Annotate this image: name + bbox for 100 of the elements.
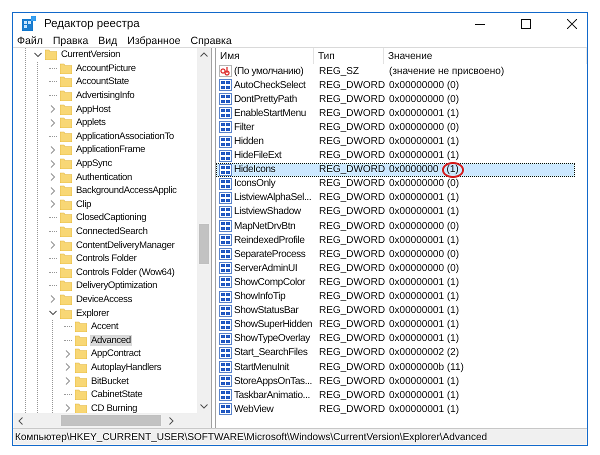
value-name[interactable]: ListviewShadow: [234, 206, 301, 218]
expand-chevron-icon[interactable]: [49, 186, 57, 195]
tree-item[interactable]: CD Burning: [90, 402, 138, 413]
tree-item[interactable]: CurrentVersion: [60, 49, 122, 60]
value-name[interactable]: ShowStatusBar: [234, 305, 298, 316]
selected-row[interactable]: HideIcons REG_DWORD 0x0000000 (1): [216, 162, 575, 177]
scrollbar-thumb[interactable]: [199, 224, 209, 264]
value-data: 0x00000001 (1): [389, 206, 460, 218]
menu-item[interactable]: Вид: [98, 34, 118, 46]
value-name[interactable]: StoreAppsOnTas...: [234, 376, 312, 387]
vertical-scrollbar[interactable]: [197, 48, 211, 413]
value-name[interactable]: DontPrettyPath: [234, 94, 297, 105]
tree-item[interactable]: AdvertisingInfo: [75, 90, 136, 102]
expand-chevron-icon[interactable]: [49, 118, 57, 127]
folder-icon: [60, 308, 72, 319]
binary-value-icon: [219, 276, 232, 288]
maximize-icon[interactable]: [521, 18, 531, 28]
value-name[interactable]: (По умолчанию): [234, 66, 304, 77]
value-name[interactable]: Start_SearchFiles: [234, 347, 308, 358]
value-name[interactable]: ShowInfoTip: [234, 291, 286, 302]
menu-item[interactable]: Избранное: [127, 34, 181, 46]
menu-item[interactable]: Правка: [52, 34, 88, 46]
tree-item[interactable]: ContentDeliveryManager: [75, 240, 176, 251]
value-data: 0x00000000 (0): [389, 262, 460, 274]
value-data: 0x00000001 (1): [389, 319, 460, 330]
tree-item[interactable]: Advanced: [90, 334, 132, 346]
value-name[interactable]: MapNetDrvBtn: [234, 220, 296, 232]
value-name[interactable]: ShowSuperHidden: [234, 319, 312, 330]
value-name[interactable]: WebView: [234, 404, 274, 415]
tree-item[interactable]: ApplicationFrame: [75, 144, 146, 156]
tree-item[interactable]: Applets: [75, 117, 107, 128]
value-name[interactable]: ShowCompColor: [234, 276, 306, 288]
tree-item[interactable]: BitBucket: [90, 376, 130, 387]
value-name[interactable]: IconsOnly: [234, 178, 276, 190]
expand-chevron-icon[interactable]: [49, 173, 57, 182]
value-name[interactable]: Filter: [234, 122, 254, 133]
tree-item[interactable]: BackgroundAccessApplic: [75, 185, 178, 196]
value-data: 0x00000000 (0): [389, 80, 460, 91]
tree-item[interactable]: Controls Folder: [75, 253, 138, 264]
tree-item[interactable]: AutoplayHandlers: [90, 362, 162, 373]
value-data: 0x00000001 (1): [389, 305, 460, 316]
value-name[interactable]: SeparateProcess: [234, 248, 306, 260]
expand-chevron-icon[interactable]: [49, 160, 57, 168]
expand-chevron-icon[interactable]: [49, 105, 57, 114]
tree-item[interactable]: CabinetState: [90, 389, 144, 400]
collapse-chevron-icon[interactable]: [49, 310, 57, 316]
expand-chevron-icon[interactable]: [64, 404, 72, 412]
value-data: 0x00000000 (0): [389, 94, 460, 105]
value-type: REG_DWORD: [318, 347, 385, 358]
value-name[interactable]: StartMenuInit: [234, 362, 289, 373]
value-name[interactable]: HideIcons: [234, 164, 276, 176]
tree-item[interactable]: ClosedCaptioning: [75, 212, 148, 224]
expand-chevron-icon[interactable]: [49, 241, 57, 250]
binary-value-icon: [219, 290, 232, 303]
collapse-chevron-icon[interactable]: [34, 52, 42, 58]
tree-item[interactable]: DeviceAccess: [75, 294, 134, 305]
value-name[interactable]: HideFileExt: [234, 150, 282, 162]
tree-item[interactable]: Controls Folder (Wow64): [75, 266, 176, 278]
menu-item[interactable]: Файл: [17, 34, 43, 46]
value-type: REG_DWORD: [318, 276, 385, 288]
tree-item[interactable]: AccountPicture: [75, 62, 137, 74]
value-name[interactable]: EnableStartMenu: [234, 108, 306, 119]
value-name[interactable]: ServerAdminUI: [234, 262, 298, 274]
tree-item[interactable]: AppContract: [90, 348, 142, 360]
expand-chevron-icon[interactable]: [64, 363, 72, 372]
scrollbar-thumb[interactable]: [61, 415, 161, 426]
folder-icon: [75, 376, 87, 387]
tree-item[interactable]: Authentication: [75, 172, 134, 183]
value-data: 0x00000001 (1): [389, 333, 460, 344]
tree-item[interactable]: AccountState: [75, 76, 130, 88]
menu-item[interactable]: Справка: [190, 34, 232, 46]
folder-icon: [60, 198, 72, 210]
value-name[interactable]: ReindexedProfile: [234, 234, 305, 246]
tree-item[interactable]: AppHost: [75, 104, 112, 115]
close-icon[interactable]: [567, 18, 577, 28]
value-name[interactable]: TaskbarAnimatio...: [234, 390, 310, 401]
binary-value-icon: [219, 389, 232, 402]
tree-item[interactable]: Explorer: [75, 308, 110, 319]
value-name[interactable]: ShowTypeOverlay: [234, 333, 310, 344]
tree-item[interactable]: AppSync: [75, 158, 113, 170]
expand-chevron-icon[interactable]: [49, 146, 57, 154]
tree-item[interactable]: ConnectedSearch: [75, 226, 149, 238]
expand-chevron-icon[interactable]: [49, 200, 57, 208]
value-data: 0x00000001 (1): [389, 376, 460, 387]
column-header[interactable]: Тип: [314, 48, 384, 64]
expand-chevron-icon[interactable]: [49, 295, 57, 304]
tree-item[interactable]: Accent: [90, 321, 120, 332]
value-name[interactable]: AutoCheckSelect: [234, 80, 306, 91]
value-name[interactable]: ListviewAlphaSel...: [234, 192, 312, 204]
value-name[interactable]: Hidden: [234, 136, 264, 148]
tree-item[interactable]: DeliveryOptimization: [75, 280, 158, 292]
column-header[interactable]: Значение: [384, 48, 587, 64]
expand-chevron-icon[interactable]: [64, 350, 72, 358]
folder-icon: [75, 389, 87, 400]
tree-item[interactable]: Clip: [75, 198, 92, 210]
column-header[interactable]: Имя: [216, 48, 314, 64]
expand-chevron-icon[interactable]: [64, 377, 72, 386]
tree-item[interactable]: ApplicationAssociationTo: [75, 130, 175, 142]
value-type: REG_DWORD: [318, 220, 385, 232]
value-data: 0x0000000b (11): [389, 362, 464, 373]
